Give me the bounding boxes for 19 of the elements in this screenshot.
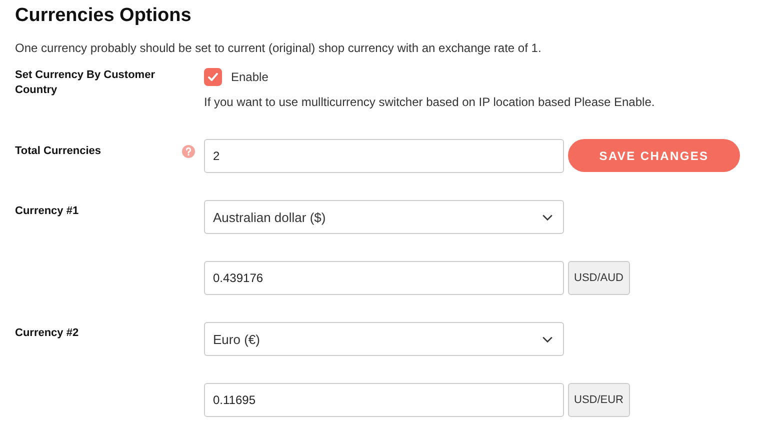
field-label: Total Currencies [15, 144, 102, 159]
page-title: Currencies Options [15, 4, 192, 28]
total-currencies-field[interactable]: 2 [204, 139, 564, 173]
help-text: If you want to use mullticurrency switcher based on IP location based Please Enable. [204, 95, 655, 109]
chevron-down-icon [542, 336, 553, 342]
currency-pair-button[interactable]: USD/EUR [568, 383, 630, 417]
field-label: Currency #2 [15, 326, 80, 341]
help-icon[interactable] [182, 145, 195, 158]
field-label: Set Currency By Customer Country [15, 68, 156, 98]
chevron-down-icon [542, 214, 553, 220]
description-text: One currency probably should be set to current (original) shop currency with an exchange rate of 1. [15, 41, 542, 56]
exchange-rate-field[interactable]: 0.11695 [204, 383, 564, 417]
currency-dropdown[interactable]: Australian dollar ($) [204, 200, 564, 234]
currency-dropdown[interactable]: Euro (€) [204, 322, 564, 356]
field-label: Currency #1 [15, 204, 80, 219]
currency-pair-button[interactable]: USD/AUD [568, 261, 630, 295]
checkbox[interactable] [204, 68, 222, 86]
exchange-rate-field[interactable]: 0.439176 [204, 261, 564, 295]
checkbox-label: Enable [231, 70, 268, 84]
